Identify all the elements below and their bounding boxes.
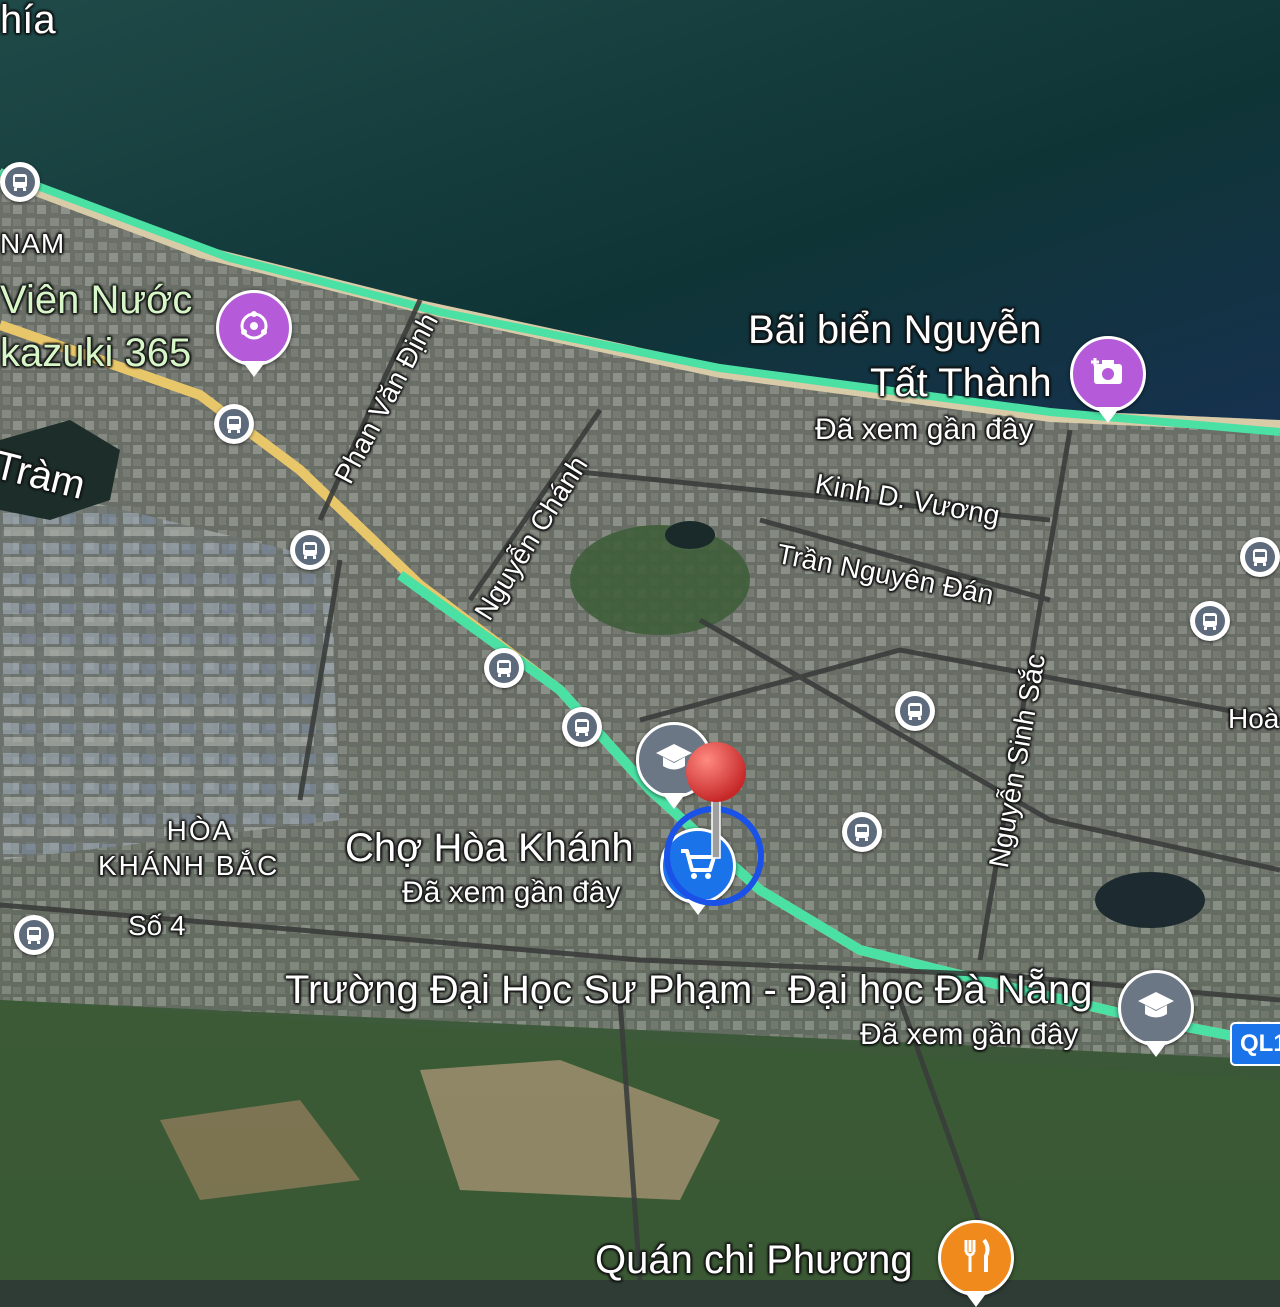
restaurant-pin[interactable] — [938, 1220, 1014, 1296]
bus-icon — [219, 409, 249, 439]
attraction-pin[interactable] — [216, 290, 292, 366]
district-label-1: HÒA — [166, 815, 234, 846]
bus-stop[interactable] — [290, 530, 330, 570]
beach-pin[interactable] — [1070, 336, 1146, 412]
bus-icon — [295, 535, 325, 565]
bus-stop[interactable] — [1240, 537, 1280, 577]
attraction-icon — [235, 307, 273, 350]
bus-icon — [5, 167, 35, 197]
place-label-north: hía — [0, 0, 56, 42]
add-photo-icon — [1089, 353, 1127, 396]
bus-stop[interactable] — [14, 915, 54, 955]
bus-icon — [1245, 542, 1275, 572]
bus-icon — [900, 696, 930, 726]
university-recent-label: Đã xem gần đây — [860, 1018, 1079, 1051]
bus-stop[interactable] — [214, 404, 254, 444]
district-label-nam: NAM — [0, 228, 66, 259]
water-park-label-2: kazuki 365 — [0, 331, 192, 375]
restaurant-label: Quán chi Phương — [595, 1238, 913, 1282]
university-label: Trường Đại Học Sư Phạm - Đại học Đà Nẵng — [285, 968, 1093, 1012]
bus-icon — [19, 920, 49, 950]
university-pin[interactable] — [1118, 970, 1194, 1046]
market-recent-label: Đã xem gần đây — [402, 876, 621, 909]
district-label-2: KHÁNH BẮC — [98, 850, 280, 881]
fork-knife-icon — [958, 1236, 994, 1281]
bus-stop[interactable] — [842, 812, 882, 852]
beach-label-2: Tất Thành — [870, 361, 1052, 405]
bus-icon — [847, 817, 877, 847]
street-label-so-4: Số 4 — [128, 910, 186, 941]
beach-recent-label: Đã xem gần đây — [815, 413, 1034, 446]
dropped-pin[interactable] — [683, 740, 749, 865]
bus-stop[interactable] — [562, 707, 602, 747]
bus-icon — [489, 653, 519, 683]
market-label: Chợ Hòa Khánh — [345, 826, 634, 870]
bus-icon — [1195, 606, 1225, 636]
beach-label: Bãi biển Nguyễn — [748, 308, 1042, 352]
place-label-hoa: Hoà — [1228, 703, 1280, 734]
bus-stop[interactable] — [484, 648, 524, 688]
map-pin-icon — [683, 742, 749, 864]
bus-icon — [567, 712, 597, 742]
highway-shield: QL1 — [1230, 1022, 1280, 1066]
bus-stop[interactable] — [895, 691, 935, 731]
bus-stop[interactable] — [0, 162, 40, 202]
bus-stop[interactable] — [1190, 601, 1230, 641]
satellite-map[interactable] — [0, 0, 1280, 1280]
graduation-cap-icon — [1136, 989, 1176, 1028]
water-park-label: Viên Nước — [0, 278, 193, 322]
